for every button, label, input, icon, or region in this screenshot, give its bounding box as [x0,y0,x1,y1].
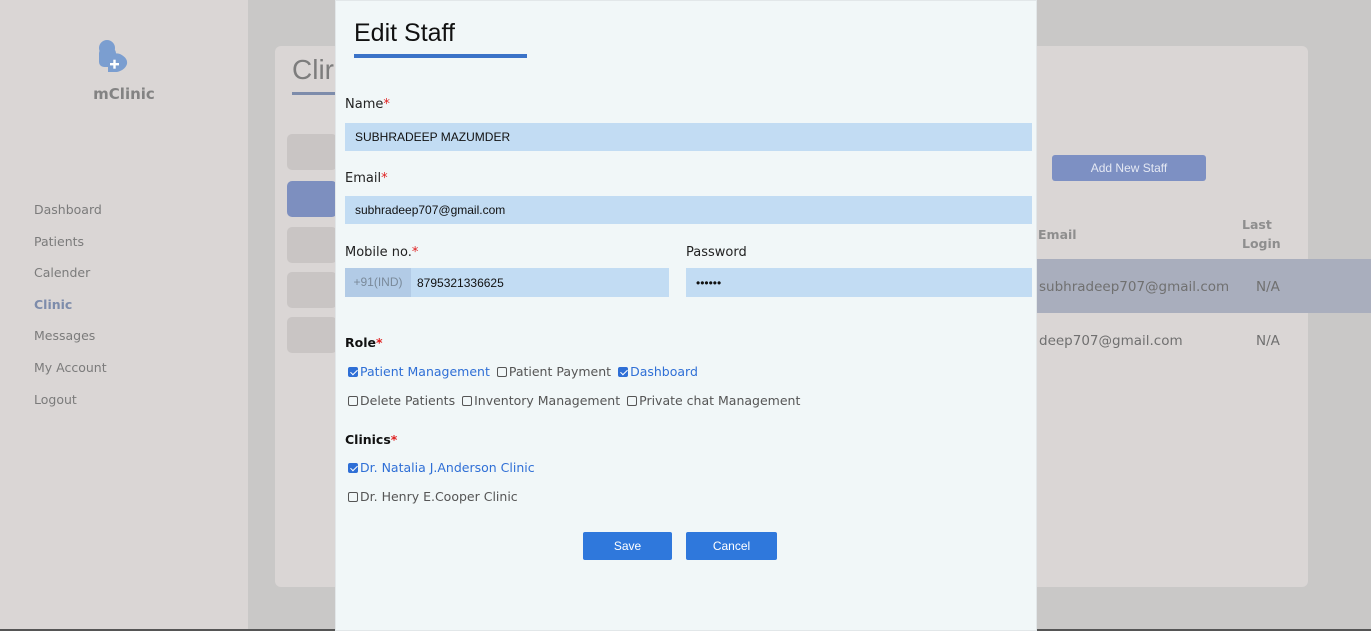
checkbox-label: Dashboard [630,364,698,379]
page-title-underline [292,92,336,95]
page-title: Clir [292,54,334,85]
clinic-tab-stub[interactable] [287,227,337,263]
email-input[interactable] [345,196,1032,224]
checkbox-label: Patient Payment [508,364,612,379]
role-options-row-2: Delete Patients Inventory Management Pri… [348,393,800,408]
save-button[interactable]: Save [583,532,672,560]
role-label: Role* [345,335,383,350]
table-cell-email: subhradeep707@gmail.com [1039,279,1230,295]
password-input[interactable] [686,268,1032,297]
sidebar-item-my-account[interactable]: My Account [34,360,107,392]
checkbox-unchecked-icon[interactable] [627,395,638,406]
checkbox-label: Private chat Management [639,393,801,408]
email-label: Email* [345,171,388,186]
table-header-last-login: Last Login [1242,217,1281,251]
table-cell-email: deep707@gmail.com [1039,333,1183,349]
clinic-tab-stub[interactable] [287,272,337,308]
mobile-label: Mobile no.* [345,245,419,260]
sidebar-nav: Dashboard Patients Calender Clinic Messa… [34,202,107,423]
clinic-tab-stub[interactable] [287,134,337,170]
clinic-tab-stub-active[interactable] [287,181,337,217]
sidebar-item-logout[interactable]: Logout [34,392,107,424]
checkbox-checked-icon[interactable] [618,366,629,377]
checkbox-label: Dr. Henry E.Cooper Clinic [360,489,518,504]
add-new-staff-button[interactable]: Add New Staff [1052,155,1206,181]
checkbox-checked-icon[interactable] [348,366,358,377]
password-label: Password [686,245,747,260]
sidebar-item-messages[interactable]: Messages [34,328,107,360]
checkbox-unchecked-icon[interactable] [348,491,358,502]
checkbox-checked-icon[interactable] [348,462,358,473]
role-private-chat-management-checkbox[interactable]: Private chat Management [627,393,800,408]
checkbox-unchecked-icon[interactable] [496,366,507,377]
clinic-option-2: Dr. Henry E.Cooper Clinic [348,489,518,504]
role-dashboard-checkbox[interactable]: Dashboard [618,364,698,379]
table-cell-last-login: N/A [1256,333,1280,349]
checkbox-label: Patient Management [360,364,490,379]
modal-title: Edit Staff [354,19,455,47]
clinic-tab-stub[interactable] [287,317,337,353]
role-patient-management-checkbox[interactable]: Patient Management [348,364,490,379]
clinic-henry-cooper-checkbox[interactable]: Dr. Henry E.Cooper Clinic [348,489,518,504]
modal-title-underline [354,54,527,58]
checkbox-label: Dr. Natalia J.Anderson Clinic [360,460,535,475]
role-patient-payment-checkbox[interactable]: Patient Payment [496,364,612,379]
cancel-button[interactable]: Cancel [686,532,777,560]
checkbox-unchecked-icon[interactable] [462,395,473,406]
table-cell-last-login: N/A [1256,279,1280,295]
country-code-prefix[interactable]: +91(IND) [345,268,411,297]
role-inventory-management-checkbox[interactable]: Inventory Management [462,393,620,408]
checkbox-unchecked-icon[interactable] [348,395,358,406]
clinic-logo-icon [99,40,128,72]
name-input[interactable] [345,123,1032,151]
brand-name: mClinic [93,85,155,103]
clinics-label: Clinics* [345,432,398,447]
checkbox-label: Delete Patients [360,393,456,408]
sidebar: mClinic Dashboard Patients Calender Clin… [0,0,248,631]
sidebar-item-calender[interactable]: Calender [34,265,107,297]
sidebar-item-clinic[interactable]: Clinic [34,297,107,329]
sidebar-item-patients[interactable]: Patients [34,234,107,266]
clinic-option-1: Dr. Natalia J.Anderson Clinic [348,460,535,475]
checkbox-label: Inventory Management [474,393,621,408]
clinic-natalia-anderson-checkbox[interactable]: Dr. Natalia J.Anderson Clinic [348,460,535,475]
name-label: Name* [345,97,390,112]
mobile-input[interactable] [411,268,669,297]
sidebar-item-dashboard[interactable]: Dashboard [34,202,107,234]
edit-staff-modal: Edit Staff Name* Email* Mobile no.* +91(… [335,0,1037,631]
table-header-email: Email [1038,227,1077,242]
role-options-row-1: Patient Management Patient Payment Dashb… [348,364,698,379]
role-delete-patients-checkbox[interactable]: Delete Patients [348,393,455,408]
